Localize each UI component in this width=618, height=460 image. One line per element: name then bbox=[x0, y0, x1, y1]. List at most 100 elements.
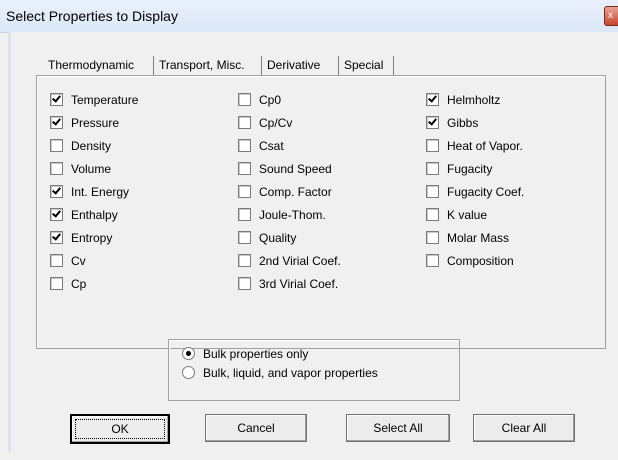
checkbox-icon bbox=[426, 93, 439, 106]
checkbox-label: Sound Speed bbox=[259, 162, 332, 176]
checkbox-icon bbox=[238, 185, 251, 198]
select-all-button[interactable]: Select All bbox=[346, 414, 450, 442]
tab-label: Transport, Misc. bbox=[159, 58, 245, 72]
checkbox-label: 2nd Virial Coef. bbox=[259, 254, 341, 268]
close-icon: x bbox=[608, 10, 613, 21]
checkbox-label: Composition bbox=[447, 254, 514, 268]
checkbox-icon bbox=[238, 254, 251, 267]
checkbox-icon bbox=[50, 277, 63, 290]
tab-thermodynamic[interactable]: Thermodynamic bbox=[48, 56, 134, 74]
ok-button[interactable]: OK bbox=[70, 414, 170, 444]
checkbox-icon bbox=[50, 162, 63, 175]
tab-separator bbox=[261, 56, 262, 75]
checkbox-composition[interactable]: Composition bbox=[426, 253, 514, 269]
tab-special[interactable]: Special bbox=[344, 56, 383, 74]
checkbox-volume[interactable]: Volume bbox=[50, 161, 111, 177]
checkbox-icon bbox=[238, 208, 251, 221]
radio-label: Bulk, liquid, and vapor properties bbox=[203, 366, 378, 380]
checkbox-icon bbox=[50, 116, 63, 129]
checkbox-gibbs[interactable]: Gibbs bbox=[426, 115, 478, 131]
checkbox-sound-speed[interactable]: Sound Speed bbox=[238, 161, 332, 177]
checkbox-label: Fugacity Coef. bbox=[447, 185, 525, 199]
checkbox-fugacity-coef[interactable]: Fugacity Coef. bbox=[426, 184, 524, 200]
checkbox-label: 3rd Virial Coef. bbox=[259, 277, 339, 291]
checkbox-icon bbox=[426, 116, 439, 129]
checkbox-comp-factor[interactable]: Comp. Factor bbox=[238, 184, 332, 200]
checkbox-label: Temperature bbox=[71, 93, 139, 107]
checkbox-icon bbox=[50, 185, 63, 198]
checkbox-label: Cp/Cv bbox=[259, 116, 293, 130]
checkbox-enthalpy[interactable]: Enthalpy bbox=[50, 207, 118, 223]
checkbox-entropy[interactable]: Entropy bbox=[50, 230, 112, 246]
checkbox-molar-mass[interactable]: Molar Mass bbox=[426, 230, 509, 246]
tab-transport-misc[interactable]: Transport, Misc. bbox=[159, 56, 245, 74]
checkbox-label: Csat bbox=[259, 139, 284, 153]
checkbox-label: Fugacity bbox=[447, 162, 493, 176]
checkbox-3rd-virial-coef[interactable]: 3rd Virial Coef. bbox=[238, 276, 338, 292]
checkbox-icon bbox=[238, 139, 251, 152]
checkbox-cp-cv[interactable]: Cp/Cv bbox=[238, 115, 292, 131]
checkbox-icon bbox=[426, 185, 439, 198]
checkbox-label: Int. Energy bbox=[71, 185, 130, 199]
checkbox-icon bbox=[50, 93, 63, 106]
checkbox-quality[interactable]: Quality bbox=[238, 230, 296, 246]
checkbox-icon bbox=[238, 162, 251, 175]
radio-label: Bulk properties only bbox=[203, 347, 309, 361]
checkbox-label: Entropy bbox=[71, 231, 113, 245]
window-title: Select Properties to Display bbox=[6, 8, 178, 24]
checkbox-label: Density bbox=[71, 139, 112, 153]
checkbox-icon bbox=[238, 231, 251, 244]
tab-separator bbox=[153, 56, 154, 75]
checkbox-label: Joule-Thom. bbox=[259, 208, 326, 222]
checkbox-cp[interactable]: Cp bbox=[50, 276, 86, 292]
checkbox-label: Volume bbox=[71, 162, 112, 176]
radio-bulk-liquid-vapor[interactable]: Bulk, liquid, and vapor properties bbox=[182, 365, 378, 381]
checkbox-icon bbox=[426, 231, 439, 244]
checkbox-pressure[interactable]: Pressure bbox=[50, 115, 119, 131]
checkbox-label: K value bbox=[447, 208, 488, 222]
checkbox-icon bbox=[50, 208, 63, 221]
button-label: Select All bbox=[373, 421, 423, 435]
radio-icon bbox=[182, 347, 195, 360]
button-label: OK bbox=[111, 422, 129, 436]
checkbox-label: Gibbs bbox=[447, 116, 479, 130]
tab-label: Special bbox=[344, 58, 384, 72]
cancel-button[interactable]: Cancel bbox=[205, 414, 307, 442]
checkbox-label: Enthalpy bbox=[71, 208, 118, 222]
checkbox-icon bbox=[238, 116, 251, 129]
radio-bulk-only[interactable]: Bulk properties only bbox=[182, 346, 308, 362]
checkbox-density[interactable]: Density bbox=[50, 138, 111, 154]
checkbox-int-energy[interactable]: Int. Energy bbox=[50, 184, 129, 200]
checkbox-cp0[interactable]: Cp0 bbox=[238, 92, 281, 108]
dialog-body: Thermodynamic Transport, Misc. Derivativ… bbox=[8, 32, 618, 452]
checkbox-icon bbox=[426, 139, 439, 152]
checkbox-label: Helmholtz bbox=[447, 93, 501, 107]
checkbox-icon bbox=[426, 254, 439, 267]
close-button[interactable]: x bbox=[604, 6, 618, 26]
tab-label: Thermodynamic bbox=[48, 58, 135, 72]
checkbox-label: Molar Mass bbox=[447, 231, 510, 245]
checkbox-helmholtz[interactable]: Helmholtz bbox=[426, 92, 500, 108]
tab-derivative[interactable]: Derivative bbox=[267, 56, 320, 74]
clear-all-button[interactable]: Clear All bbox=[473, 414, 575, 442]
checkbox-icon bbox=[50, 254, 63, 267]
checkbox-csat[interactable]: Csat bbox=[238, 138, 284, 154]
tab-separator bbox=[393, 56, 394, 75]
checkbox-label: Cp0 bbox=[259, 93, 282, 107]
tab-separator bbox=[338, 56, 339, 75]
checkbox-joule-thom[interactable]: Joule-Thom. bbox=[238, 207, 326, 223]
checkbox-icon bbox=[426, 162, 439, 175]
checkbox-label: Cv bbox=[71, 254, 86, 268]
window-frame bbox=[8, 32, 11, 452]
checkbox-fugacity[interactable]: Fugacity bbox=[426, 161, 492, 177]
tab-label: Derivative bbox=[267, 58, 321, 72]
checkbox-cv[interactable]: Cv bbox=[50, 253, 86, 269]
checkbox-icon bbox=[238, 93, 251, 106]
checkbox-temperature[interactable]: Temperature bbox=[50, 92, 138, 108]
checkbox-heat-of-vapor[interactable]: Heat of Vapor. bbox=[426, 138, 523, 154]
checkbox-k-value[interactable]: K value bbox=[426, 207, 487, 223]
title-bar: Select Properties to Display x bbox=[0, 0, 618, 33]
button-label: Clear All bbox=[501, 421, 547, 435]
checkbox-2nd-virial-coef[interactable]: 2nd Virial Coef. bbox=[238, 253, 341, 269]
checkbox-label: Cp bbox=[71, 277, 87, 291]
